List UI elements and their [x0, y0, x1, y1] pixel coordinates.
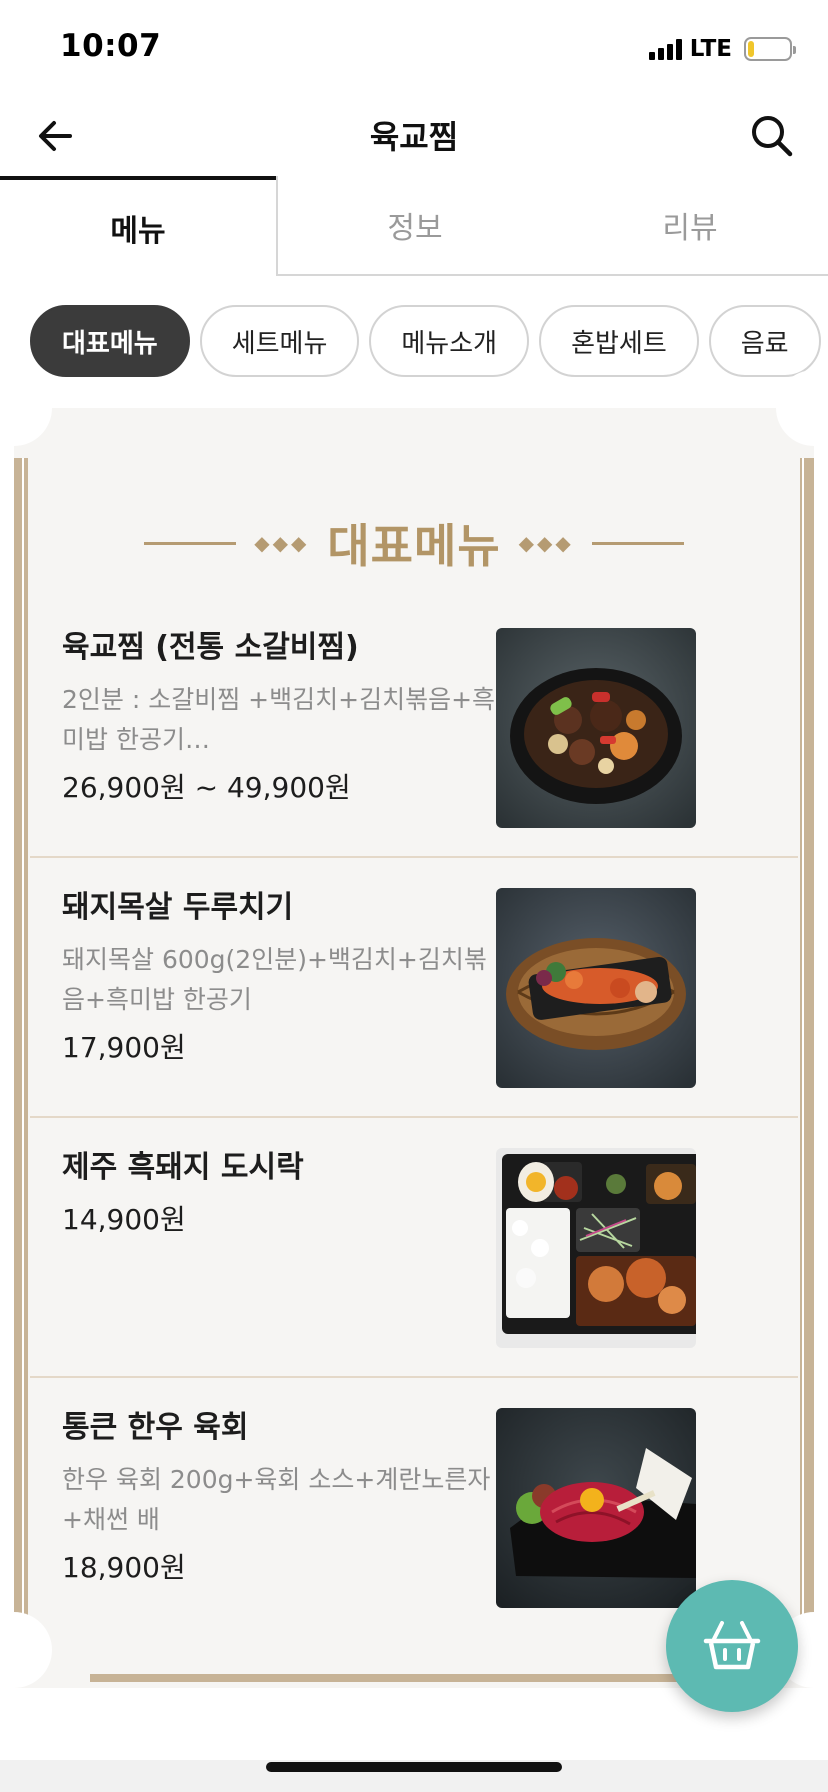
menu-item-price: 14,900원 — [62, 1203, 186, 1236]
diamond-ornament-icon: ◆◆◆ — [254, 531, 310, 555]
status-time: 10:07 — [60, 28, 162, 64]
spicy-pork-stir-fry-photo — [496, 888, 696, 1088]
card-border-left — [14, 458, 28, 1618]
signal-icon — [648, 38, 682, 60]
status-indicators: LTE — [648, 36, 796, 62]
menu-item-price: 18,900원 — [62, 1551, 186, 1584]
battery-level — [748, 41, 754, 57]
store-tabs: 메뉴 정보 리뷰 — [0, 176, 828, 276]
menu-item-price: 26,900원 ~ 49,900원 — [62, 771, 351, 804]
chip-menu-intro[interactable]: 메뉴소개 — [369, 305, 530, 377]
chip-set-menu[interactable]: 세트메뉴 — [199, 305, 360, 377]
menu-item-name: 돼지목살 두루치기 — [62, 890, 294, 925]
top-navigation: 육교찜 — [0, 96, 828, 176]
home-indicator[interactable] — [266, 1762, 562, 1772]
item-divider — [30, 856, 798, 858]
ornament-line-left — [144, 541, 237, 545]
battery-icon — [744, 37, 796, 61]
beef-tartare-photo — [496, 1408, 696, 1608]
status-bar: 10:07 LTE — [0, 0, 828, 96]
menu-item[interactable]: 육교찜 (전통 소갈비찜) 2인분 : 소갈비찜 +백김치+김치볶음+흑미밥 한… — [30, 628, 798, 888]
menu-item-description: 돼지목살 600g(2인분)+백김치+김치볶음+흑미밥 한공기 — [62, 945, 487, 1014]
section-header: ◆◆◆ 대표메뉴 ◆◆◆ — [14, 508, 814, 578]
item-divider — [30, 1376, 798, 1378]
chip-solo-set[interactable]: 혼밥세트 — [539, 305, 699, 377]
chip-drinks[interactable]: 음료 — [708, 305, 821, 377]
menu-item[interactable]: 제주 흑돼지 도시락 14,900원 — [30, 1148, 798, 1408]
network-label: LTE — [689, 36, 732, 62]
menu-item-description: 한우 육회 200g+육회 소스+계란노른자+채썬 배 — [62, 1465, 491, 1534]
black-pork-lunchbox-photo — [496, 1148, 696, 1348]
menu-card: ◆◆◆ 대표메뉴 ◆◆◆ 육교찜 (전통 소갈비찜) 2인분 : 소갈비찜 +백… — [0, 370, 828, 1688]
item-divider — [30, 1116, 798, 1118]
menu-item-description: 2인분 : 소갈비찜 +백김치+김치볶음+흑미밥 한공기… — [62, 685, 496, 754]
cart-button[interactable] — [666, 1580, 798, 1712]
card-border-bottom — [90, 1674, 738, 1682]
shopping-basket-icon — [703, 1621, 761, 1670]
page-title: 육교찜 — [369, 118, 459, 156]
ornament-line-right — [591, 541, 684, 545]
diamond-ornament-icon: ◆◆◆ — [518, 531, 574, 555]
menu-item-name: 육교찜 (전통 소갈비찜) — [62, 630, 359, 665]
menu-item-price: 17,900원 — [62, 1031, 186, 1064]
search-icon[interactable] — [748, 112, 796, 160]
menu-item[interactable]: 돼지목살 두루치기 돼지목살 600g(2인분)+백김치+김치볶음+흑미밥 한공… — [30, 888, 798, 1148]
braised-short-ribs-photo — [496, 628, 696, 828]
tab-menu[interactable]: 메뉴 — [0, 176, 276, 276]
chip-signature-menu[interactable]: 대표메뉴 — [30, 305, 190, 377]
menu-item-name: 제주 흑돼지 도시락 — [62, 1150, 304, 1185]
tab-info[interactable]: 정보 — [276, 176, 552, 276]
card-border-right — [800, 458, 814, 1618]
tab-review[interactable]: 리뷰 — [552, 176, 828, 276]
category-chips: 대표메뉴 세트메뉴 메뉴소개 혼밥세트 음료 — [30, 305, 828, 377]
section-title: 대표메뉴 — [327, 519, 501, 573]
menu-item-name: 통큰 한우 육회 — [62, 1410, 249, 1445]
